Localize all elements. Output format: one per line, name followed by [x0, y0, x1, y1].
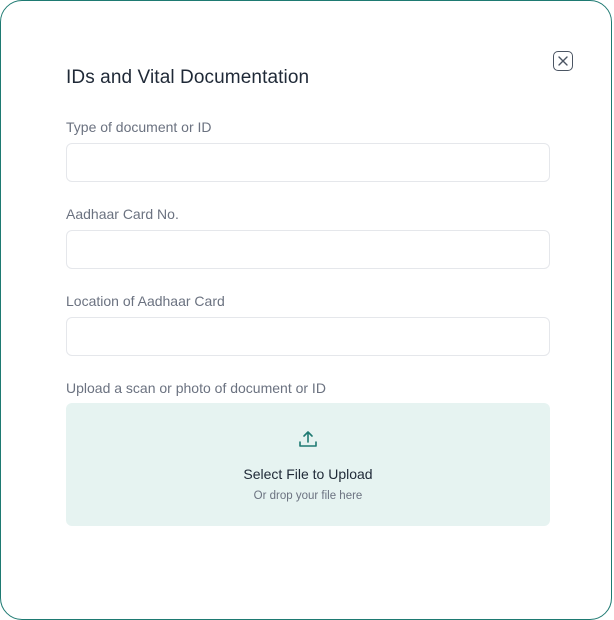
aadhaar-location-label: Location of Aadhaar Card: [66, 293, 225, 309]
dialog-title: IDs and Vital Documentation: [66, 67, 310, 88]
document-type-label: Type of document or ID: [66, 119, 212, 135]
upload-subtitle: Or drop your file here: [253, 490, 363, 502]
close-button[interactable]: [553, 51, 573, 71]
upload-label: Upload a scan or photo of document or ID: [66, 380, 326, 396]
close-icon: [558, 56, 568, 66]
upload-title: Select File to Upload: [243, 466, 373, 482]
ids-documentation-dialog: IDs and Vital Documentation Type of docu…: [0, 0, 612, 620]
aadhaar-number-label: Aadhaar Card No.: [66, 206, 179, 222]
document-type-input[interactable]: [66, 143, 550, 182]
aadhaar-number-input[interactable]: [66, 230, 550, 269]
aadhaar-location-input[interactable]: [66, 317, 550, 356]
file-upload-dropzone[interactable]: Select File to Upload Or drop your file …: [66, 403, 550, 526]
upload-icon: [299, 431, 317, 447]
